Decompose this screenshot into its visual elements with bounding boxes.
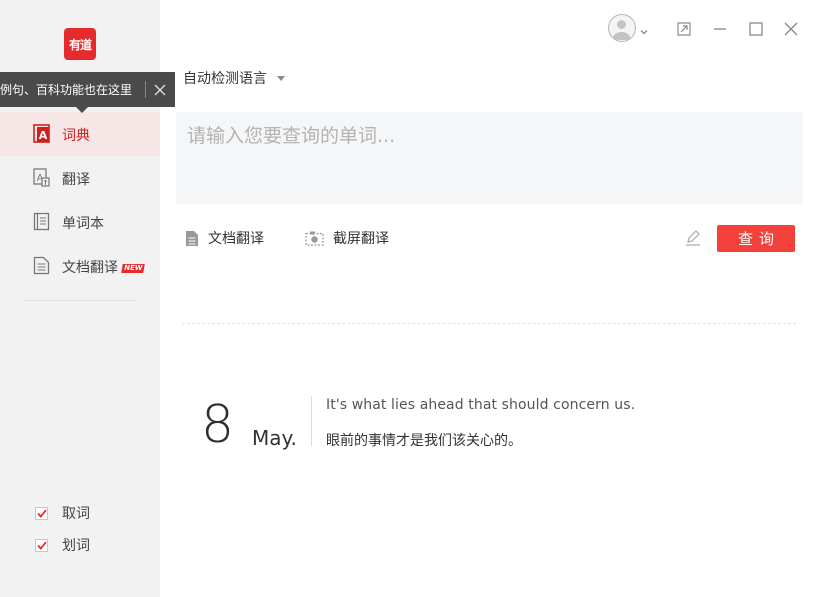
checkmark-icon — [36, 508, 47, 518]
doc-icon — [33, 256, 50, 275]
maximize-icon[interactable] — [745, 18, 767, 40]
nav-item-wordbook[interactable]: 单词本 — [0, 200, 160, 244]
nav-label-text: 文档翻译 — [62, 260, 118, 276]
mini-mode-icon[interactable] — [673, 18, 695, 40]
tooltip-divider — [145, 81, 146, 98]
wordbook-icon — [33, 212, 50, 231]
close-icon[interactable] — [780, 18, 802, 40]
tooltip-arrow — [76, 107, 88, 113]
nav-label: 单词本 — [62, 216, 104, 232]
quote-divider — [311, 396, 312, 446]
sidebar-divider — [24, 300, 136, 301]
checkmark-icon — [36, 540, 47, 550]
tooltip: 例句、百科功能也在这里 — [0, 72, 175, 113]
query-button[interactable]: 查询 — [717, 225, 795, 252]
daily-day: 8 — [201, 395, 235, 455]
screenshot-translate-label: 截屏翻译 — [333, 231, 389, 247]
check-label: 划词 — [62, 538, 90, 554]
translate-icon: A — [33, 168, 50, 187]
nav-item-doc-translate[interactable]: 文档翻译 NEW — [0, 244, 160, 288]
minimize-icon[interactable] — [709, 18, 731, 40]
nav-label: 文档翻译 NEW — [62, 257, 146, 277]
checkbox[interactable] — [35, 506, 48, 520]
nav-label: 翻译 — [62, 172, 90, 188]
chevron-down-icon[interactable] — [639, 22, 649, 35]
nav-item-dictionary[interactable]: A 词典 — [0, 112, 160, 156]
new-badge: NEW — [121, 263, 146, 273]
nav-item-translate[interactable]: A 翻译 — [0, 156, 160, 200]
user-avatar[interactable] — [608, 14, 636, 42]
language-select[interactable]: 自动检测语言 — [183, 68, 285, 88]
screenshot-translate-button[interactable]: 截屏翻译 — [305, 228, 389, 248]
check-label: 取词 — [62, 506, 90, 522]
search-input[interactable] — [176, 112, 803, 204]
user-icon — [612, 20, 631, 40]
youdao-logo[interactable]: 有道 — [64, 28, 96, 60]
dict-icon: A — [33, 124, 50, 143]
daily-quote-en[interactable]: It's what lies ahead that should concern… — [326, 397, 635, 413]
caret-down-icon — [277, 75, 285, 81]
svg-text:A: A — [39, 129, 48, 142]
app-window: 有道 A 词典 A 翻译 单词本 文档翻译 NEW 取词 划词 例句、百科功能也… — [0, 0, 818, 597]
doc-translate-button[interactable]: 文档翻译 — [185, 228, 264, 248]
checkbox[interactable] — [35, 538, 48, 552]
daily-quote-zh[interactable]: 眼前的事情才是我们该关心的。 — [326, 430, 522, 450]
nav-label: 词典 — [62, 128, 90, 144]
tooltip-close-icon[interactable] — [150, 72, 170, 107]
camera-icon — [305, 231, 324, 246]
handwriting-pen-icon[interactable] — [684, 229, 702, 247]
daily-month: May. — [252, 426, 297, 450]
check-select-word[interactable]: 划词 — [35, 535, 90, 555]
tooltip-text: 例句、百科功能也在这里 — [0, 83, 133, 97]
language-select-label: 自动检测语言 — [183, 71, 267, 87]
doc-translate-label: 文档翻译 — [208, 231, 264, 247]
section-divider — [182, 323, 796, 324]
check-capture-word[interactable]: 取词 — [35, 503, 90, 523]
document-icon — [186, 230, 198, 246]
